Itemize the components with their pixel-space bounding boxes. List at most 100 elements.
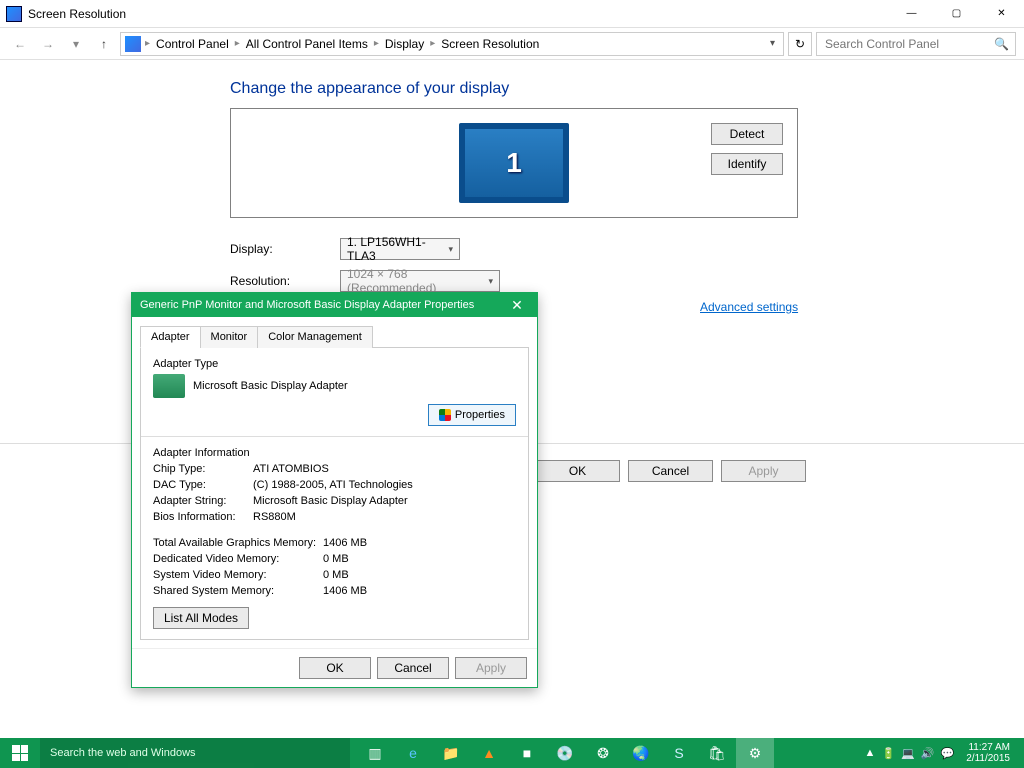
resolution-select[interactable]: 1024 × 768 (Recommended) ▾ — [340, 270, 500, 292]
system-mem-value: 0 MB — [323, 569, 349, 581]
start-button[interactable] — [0, 738, 40, 768]
skype-icon[interactable]: S — [660, 738, 698, 768]
search-box[interactable]: 🔍 — [816, 32, 1016, 56]
adapter-type-label: Adapter Type — [153, 358, 516, 370]
dialog-apply-button[interactable]: Apply — [455, 657, 527, 679]
window-controls: ― ▢ ✕ — [889, 0, 1024, 28]
notifications-icon[interactable]: 💬 — [941, 747, 955, 760]
system-tray: ▲ 🔋 💻 🔊 💬 11:27 AM 2/11/2015 — [857, 742, 1024, 764]
dialog-tabs: Adapter Monitor Color Management — [140, 325, 529, 348]
dac-type-label: DAC Type: — [153, 479, 253, 491]
resolution-value: 1024 × 768 (Recommended) — [347, 267, 484, 295]
ie-icon[interactable]: e — [394, 738, 432, 768]
dialog-ok-button[interactable]: OK — [299, 657, 371, 679]
total-mem-value: 1406 MB — [323, 537, 367, 549]
tray-overflow-icon[interactable]: ▲ — [865, 747, 876, 759]
main-cancel-button[interactable]: Cancel — [628, 460, 713, 482]
uac-shield-icon — [439, 409, 451, 421]
dac-type-value: (C) 1988-2005, ATI Technologies — [253, 479, 413, 491]
monitor-icon — [6, 6, 22, 22]
main-apply-button[interactable]: Apply — [721, 460, 806, 482]
dialog-cancel-button[interactable]: Cancel — [377, 657, 449, 679]
display-preview-box: 1 Detect Identify — [230, 108, 798, 218]
back-button[interactable]: ← — [8, 32, 32, 56]
bios-label: Bios Information: — [153, 511, 253, 523]
app-icon-1[interactable]: ■ — [508, 738, 546, 768]
volume-icon[interactable]: 🔊 — [921, 747, 935, 760]
dialog-titlebar[interactable]: Generic PnP Monitor and Microsoft Basic … — [132, 293, 537, 317]
adapter-properties-dialog: Generic PnP Monitor and Microsoft Basic … — [131, 292, 538, 688]
crumb-all[interactable]: All Control Panel Items — [244, 37, 370, 51]
control-panel-icon[interactable]: ⚙ — [736, 738, 774, 768]
properties-button[interactable]: Properties — [428, 404, 516, 426]
adapter-info-label: Adapter Information — [153, 447, 516, 459]
crumb-cp[interactable]: Control Panel — [154, 37, 231, 51]
system-mem-label: System Video Memory: — [153, 569, 323, 581]
chevron-down-icon: ▾ — [448, 244, 453, 255]
taskbar: Search the web and Windows ▥ e 📁 ▲ ■ 💿 ❂… — [0, 738, 1024, 768]
tab-content: Adapter Type Microsoft Basic Display Ada… — [140, 348, 529, 640]
detect-button[interactable]: Detect — [711, 123, 783, 145]
main-buttons: OK Cancel Apply — [535, 460, 806, 482]
recent-button[interactable]: ▾ — [64, 32, 88, 56]
vlc-icon[interactable]: ▲ — [470, 738, 508, 768]
bios-value: RS880M — [253, 511, 296, 523]
adapter-name: Microsoft Basic Display Adapter — [193, 380, 348, 392]
dedicated-mem-label: Dedicated Video Memory: — [153, 553, 323, 565]
display-value: 1. LP156WH1-TLA3 — [347, 235, 444, 263]
shared-mem-label: Shared System Memory: — [153, 585, 323, 597]
dedicated-mem-value: 0 MB — [323, 553, 349, 565]
main-ok-button[interactable]: OK — [535, 460, 620, 482]
properties-label: Properties — [455, 409, 505, 421]
network-icon[interactable]: 💻 — [901, 747, 915, 760]
taskbar-search[interactable]: Search the web and Windows — [40, 738, 350, 768]
window-titlebar: Screen Resolution ― ▢ ✕ — [0, 0, 1024, 28]
crumb-display[interactable]: Display — [383, 37, 426, 51]
chip-type-value: ATI ATOMBIOS — [253, 463, 329, 475]
monitor-number: 1 — [506, 147, 522, 179]
monitor-preview[interactable]: 1 — [459, 123, 569, 203]
tab-adapter[interactable]: Adapter — [140, 326, 201, 348]
shared-mem-value: 1406 MB — [323, 585, 367, 597]
display-icon — [125, 36, 141, 52]
dialog-buttons: OK Cancel Apply — [132, 648, 537, 687]
maximize-button[interactable]: ▢ — [934, 0, 979, 28]
up-button[interactable]: ↑ — [92, 32, 116, 56]
identify-button[interactable]: Identify — [711, 153, 783, 175]
clock-time: 11:27 AM — [966, 742, 1010, 753]
tab-color[interactable]: Color Management — [257, 326, 373, 348]
address-dropdown[interactable]: ▾ — [766, 38, 779, 49]
task-view-icon[interactable]: ▥ — [356, 738, 394, 768]
tab-monitor[interactable]: Monitor — [200, 326, 259, 348]
chip-type-label: Chip Type: — [153, 463, 253, 475]
taskbar-search-placeholder: Search the web and Windows — [50, 747, 196, 759]
address-bar[interactable]: ▸ Control Panel ▸ All Control Panel Item… — [120, 32, 784, 56]
app-icon-3[interactable]: ❂ — [584, 738, 622, 768]
firefox-icon[interactable]: 🌏 — [622, 738, 660, 768]
chevron-down-icon: ▾ — [488, 276, 493, 287]
windows-logo-icon — [12, 745, 28, 761]
advanced-settings-link[interactable]: Advanced settings — [700, 300, 798, 314]
page-heading: Change the appearance of your display — [230, 80, 1024, 98]
nav-bar: ← → ▾ ↑ ▸ Control Panel ▸ All Control Pa… — [0, 28, 1024, 60]
window-title: Screen Resolution — [28, 7, 889, 21]
minimize-button[interactable]: ― — [889, 0, 934, 28]
search-input[interactable] — [823, 36, 994, 52]
search-icon: 🔍 — [994, 37, 1009, 51]
list-all-modes-button[interactable]: List All Modes — [153, 607, 249, 629]
dialog-title: Generic PnP Monitor and Microsoft Basic … — [140, 299, 474, 311]
explorer-icon[interactable]: 📁 — [432, 738, 470, 768]
close-button[interactable]: ✕ — [979, 0, 1024, 28]
adapter-string-value: Microsoft Basic Display Adapter — [253, 495, 408, 507]
battery-icon[interactable]: 🔋 — [881, 747, 895, 760]
crumb-res[interactable]: Screen Resolution — [439, 37, 541, 51]
dialog-close-button[interactable]: ✕ — [505, 297, 529, 314]
store-icon[interactable]: 🛍 — [698, 738, 736, 768]
refresh-button[interactable]: ↻ — [788, 32, 812, 56]
display-select[interactable]: 1. LP156WH1-TLA3 ▾ — [340, 238, 460, 260]
taskbar-clock[interactable]: 11:27 AM 2/11/2015 — [960, 742, 1016, 764]
adapter-string-label: Adapter String: — [153, 495, 253, 507]
total-mem-label: Total Available Graphics Memory: — [153, 537, 323, 549]
app-icon-2[interactable]: 💿 — [546, 738, 584, 768]
forward-button[interactable]: → — [36, 32, 60, 56]
